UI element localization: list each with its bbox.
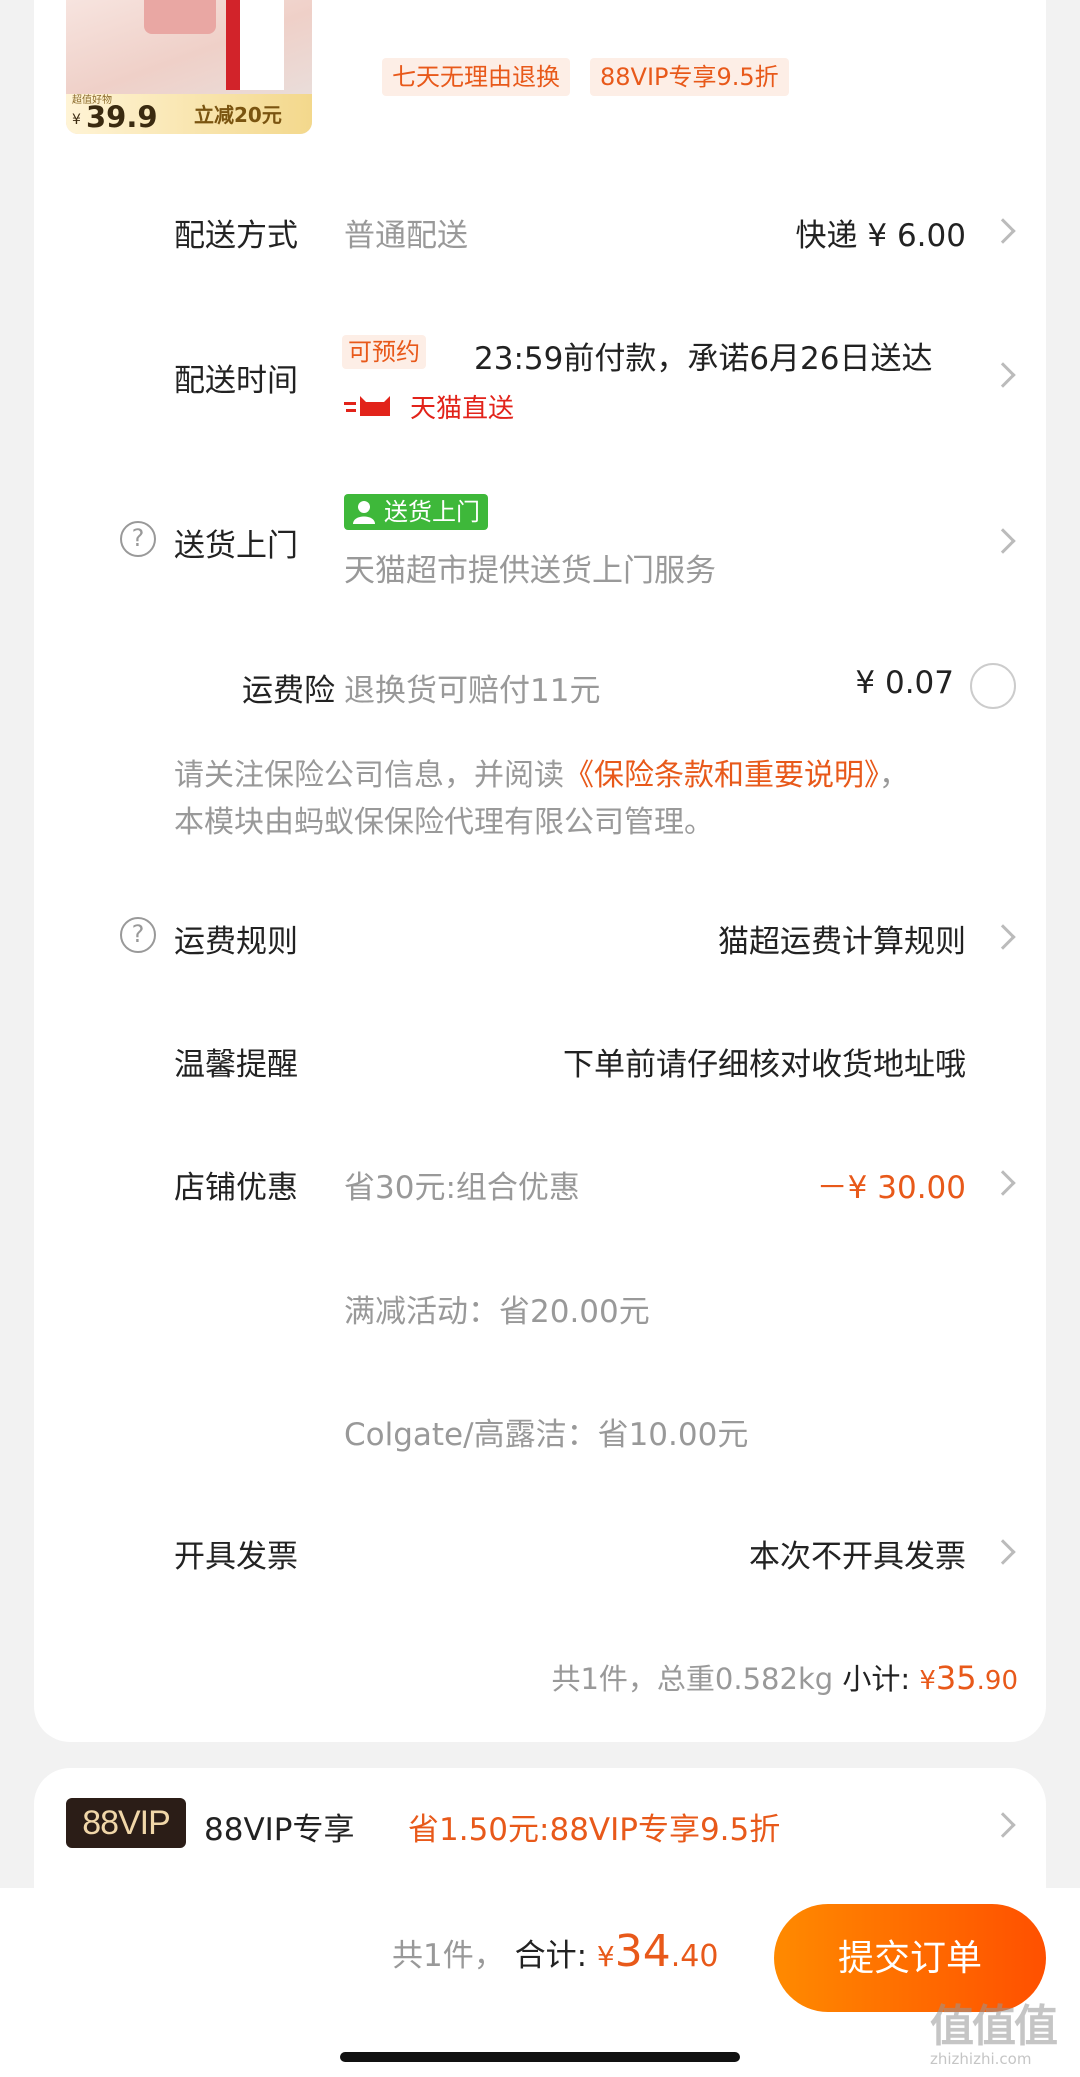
store-discount-value: 省30元:组合优惠	[344, 1170, 580, 1206]
delivery-time-label: 配送时间	[174, 363, 298, 399]
chevron-right-icon	[990, 924, 1016, 950]
tag-vip-discount: 88VIP专享9.5折	[590, 58, 789, 96]
subtotal-summary: 共1件，总重0.582kg	[551, 1662, 834, 1696]
watermark-sub: zhizhizhi.com	[930, 2050, 1032, 2068]
chevron-right-icon	[990, 218, 1016, 244]
freight-rule-value: 猫超运费计算规则	[718, 924, 966, 960]
insurance-note-prefix: 请关注保险公司信息，并阅读	[174, 758, 564, 793]
insurance-terms-link[interactable]: 《保险条款和重要说明》	[564, 758, 879, 793]
home-delivery-desc: 天猫超市提供送货上门服务	[344, 553, 716, 589]
total-int: 34	[614, 1926, 671, 1977]
shipping-insurance-price: ¥ 0.07	[855, 665, 954, 701]
store-discount-amount: －¥ 30.00	[816, 1170, 966, 1206]
shipping-insurance-label: 运费险	[242, 673, 335, 709]
total-line: 共1件， 合计: ¥34.40	[392, 1926, 718, 1977]
thumb-discount: 立减20元	[194, 103, 282, 127]
chevron-right-icon	[990, 1812, 1016, 1838]
subtotal-int: 35	[935, 1659, 977, 1697]
delivery-time-text: 23:59前付款，承诺6月26日送达	[474, 341, 933, 377]
vip-label: 88VIP专享	[204, 1812, 355, 1848]
delivery-method-label: 配送方式	[174, 218, 298, 254]
bottom-bar: 共1件， 合计: ¥34.40 提交订单 值值值 zhizhizhi.com	[0, 1888, 1080, 2077]
store-discount-label: 店铺优惠	[174, 1170, 298, 1206]
watermark: 值值值 zhizhizhi.com	[930, 1990, 1074, 2070]
freight-rule-label: 运费规则	[174, 924, 298, 960]
product-image-tube	[144, 0, 216, 34]
thumb-yen: ¥	[72, 112, 81, 128]
watermark-main: 值值值	[930, 2001, 1058, 2052]
subtotal-label: 小计:	[842, 1662, 911, 1696]
home-delivery-label: 送货上门	[174, 528, 298, 564]
subtotal-dec: .90	[976, 1666, 1018, 1696]
total-count: 共1件，	[392, 1938, 505, 1974]
total-label: 合计:	[514, 1938, 588, 1974]
vip-value: 省1.50元:88VIP专享9.5折	[408, 1812, 781, 1848]
order-card: 超值好物 ¥ 39.9 立减20元 七天无理由退换 88VIP专享9.5折 配送…	[34, 0, 1046, 1742]
subtotal-line: 共1件，总重0.582kg 小计: ¥35.90	[551, 1656, 1018, 1698]
shipping-insurance-radio[interactable]	[970, 663, 1016, 709]
insurance-note-suffix: ，	[879, 758, 909, 793]
discount-detail-brand: Colgate/高露洁：省10.00元	[344, 1417, 749, 1453]
chevron-right-icon	[990, 528, 1016, 554]
insurance-note-line1: 请关注保险公司信息，并阅读《保险条款和重要说明》，	[174, 750, 909, 794]
total-yen: ¥	[596, 1940, 615, 1973]
tmall-direct-label: 天猫直送	[410, 394, 515, 424]
shipping-insurance-value: 退换货可赔付11元	[344, 673, 601, 709]
chevron-right-icon	[990, 362, 1016, 388]
chevron-right-icon	[990, 1539, 1016, 1565]
product-thumbnail[interactable]: 超值好物 ¥ 39.9 立减20元	[66, 0, 312, 134]
insurance-note-line2: 本模块由蚂蚁保保险代理有限公司管理。	[174, 805, 714, 840]
subtotal-yen: ¥	[919, 1666, 936, 1696]
tag-return: 七天无理由退换	[382, 58, 570, 96]
discount-detail-fullreduction: 满减活动：省20.00元	[344, 1294, 650, 1330]
tmall-logo-icon	[344, 396, 390, 416]
reminder-value: 下单前请仔细核对收货地址哦	[563, 1047, 966, 1083]
thumb-price: 39.9	[86, 100, 158, 134]
home-delivery-tag-text: 送货上门	[384, 498, 480, 526]
person-icon	[353, 501, 375, 524]
vip-badge: 88VIP	[66, 1798, 186, 1848]
reminder-label: 温馨提醒	[174, 1047, 298, 1083]
total-dec: .40	[670, 1939, 719, 1974]
invoice-value: 本次不开具发票	[749, 1539, 966, 1575]
home-delivery-tag: 送货上门	[344, 494, 488, 530]
help-icon[interactable]: ?	[120, 917, 156, 953]
help-icon[interactable]: ?	[120, 521, 156, 557]
reservable-pill: 可预约	[342, 335, 426, 369]
product-image-box	[226, 0, 284, 90]
chevron-right-icon	[990, 1170, 1016, 1196]
home-indicator[interactable]	[340, 2052, 740, 2062]
delivery-method-value: 普通配送	[344, 218, 468, 254]
vip-card[interactable]: 88VIP 88VIP专享 省1.50元:88VIP专享9.5折	[34, 1768, 1046, 1888]
invoice-label: 开具发票	[174, 1539, 298, 1575]
delivery-method-price: 快递 ¥ 6.00	[795, 218, 966, 254]
